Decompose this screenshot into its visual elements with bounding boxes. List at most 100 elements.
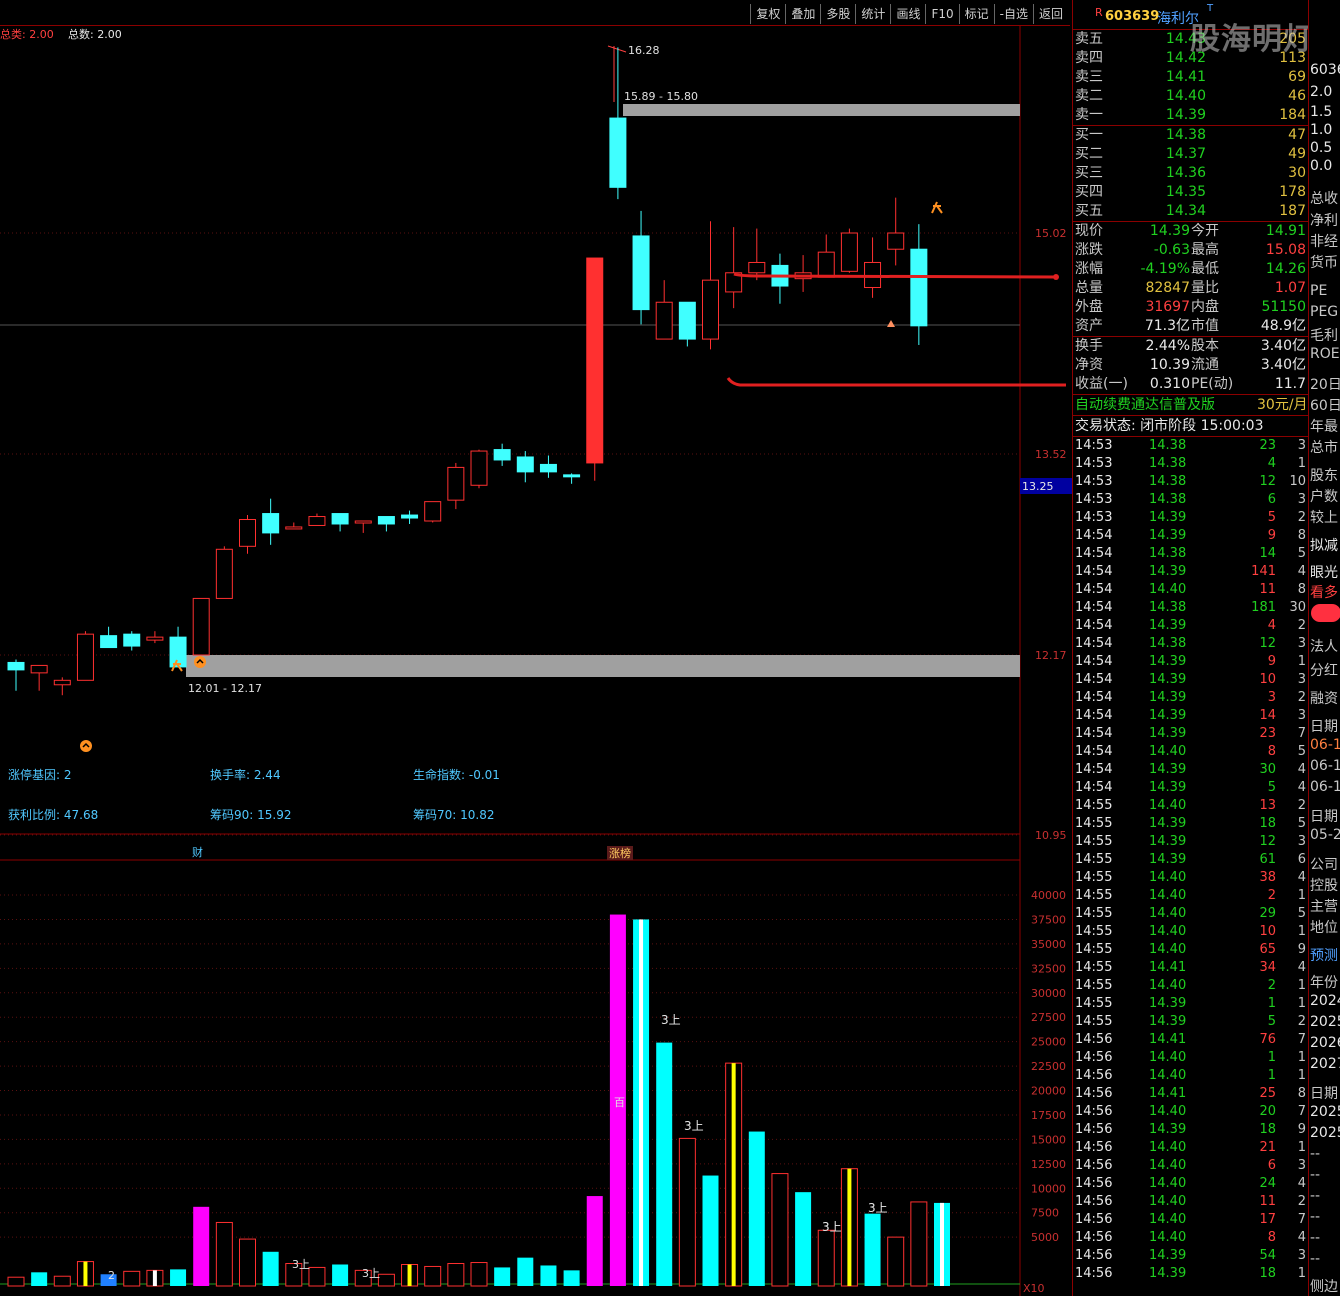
side-panel-item[interactable]: 毛利 xyxy=(1310,325,1338,345)
quote-label: 今开 xyxy=(1191,223,1219,239)
menu-item[interactable]: 叠加 xyxy=(785,4,820,24)
side-panel-item[interactable]: 1.5 xyxy=(1310,104,1332,120)
side-panel-item[interactable]: 06-1 xyxy=(1310,758,1340,774)
order-book-row[interactable]: 买五 14.34 187 xyxy=(1073,202,1308,221)
side-panel-item[interactable]: -- xyxy=(1310,1230,1320,1246)
menu-item[interactable]: 标记 xyxy=(958,4,994,24)
side-panel-item[interactable]: 日期 xyxy=(1310,806,1338,826)
side-panel-item[interactable]: -- xyxy=(1310,1167,1320,1183)
limit-marker[interactable]: 涨榜 xyxy=(609,846,631,860)
order-book-row[interactable]: 买二 14.37 49 xyxy=(1073,145,1308,164)
menu-item[interactable]: F10 xyxy=(925,4,958,24)
menu-item[interactable]: 统计 xyxy=(855,4,890,24)
side-panel-item[interactable]: 06-1 xyxy=(1310,779,1340,795)
side-panel-item[interactable]: 2025 xyxy=(1310,1125,1340,1141)
watermark: 股海明灯 xyxy=(1190,22,1314,57)
trade-count: 1 xyxy=(1297,978,1306,993)
menu-item[interactable]: 多股 xyxy=(820,4,855,24)
menu-item[interactable]: -自选 xyxy=(993,4,1033,24)
side-panel-item[interactable]: 控股 xyxy=(1310,875,1338,895)
side-panel-item[interactable]: 预测 xyxy=(1310,945,1338,965)
trade-price: 14.39 xyxy=(1149,1266,1187,1281)
order-book-row[interactable]: 买三 14.36 30 xyxy=(1073,164,1308,183)
side-panel-item[interactable]: 2025 xyxy=(1310,1104,1340,1120)
side-panel-item[interactable]: -- xyxy=(1310,1209,1320,1225)
side-panel-item[interactable]: 较上 xyxy=(1310,507,1338,527)
trade-time: 14:54 xyxy=(1075,672,1113,687)
side-panel-item[interactable]: 日期 xyxy=(1310,1083,1338,1103)
volume-bar xyxy=(678,1137,696,1287)
side-panel-item[interactable]: PEG xyxy=(1310,304,1338,320)
side-panel-item[interactable]: 年最 xyxy=(1310,416,1338,436)
side-panel-item[interactable]: 05-2 xyxy=(1310,827,1340,843)
promo-row[interactable]: 自动续费通达信普及版 30元/月 xyxy=(1073,395,1308,416)
side-panel-item[interactable]: 非经 xyxy=(1310,231,1338,251)
trade-volume: 14 xyxy=(1259,546,1276,561)
side-panel-item[interactable]: 年份 xyxy=(1310,972,1338,992)
finance-marker[interactable]: 财 xyxy=(192,845,203,859)
trade-volume: 5 xyxy=(1267,1014,1276,1029)
side-panel-item[interactable]: -- xyxy=(1310,1146,1320,1162)
side-panel-item[interactable]: 总市 xyxy=(1310,437,1338,457)
side-panel-item[interactable]: 06-1 xyxy=(1310,737,1340,753)
order-book-row[interactable]: 买四 14.35 178 xyxy=(1073,183,1308,202)
side-panel-item[interactable]: -- xyxy=(1310,1251,1320,1267)
trade-row: 14:55 14.40 10 1 xyxy=(1073,923,1308,941)
side-panel-item[interactable]: 拟减 xyxy=(1310,535,1338,555)
side-panel-item[interactable]: 总收 xyxy=(1310,188,1338,208)
side-panel-item[interactable]: 2024 xyxy=(1310,993,1340,1009)
side-panel-item[interactable]: 公司 xyxy=(1310,854,1338,874)
trade-volume: 11 xyxy=(1259,582,1276,597)
menu-item[interactable]: 返回 xyxy=(1032,4,1068,24)
side-panel-item[interactable]: PE xyxy=(1310,283,1327,299)
volume-bar xyxy=(540,1265,557,1286)
side-panel-item[interactable]: 眼光 xyxy=(1310,562,1338,582)
side-panel-item[interactable]: 6036 xyxy=(1310,62,1340,78)
volume-bar-highlight xyxy=(407,1264,412,1286)
side-panel-item[interactable]: 户数 xyxy=(1310,486,1338,506)
side-panel-item[interactable]: ROE xyxy=(1310,346,1340,362)
menu-item[interactable]: 复权 xyxy=(750,4,785,24)
trade-count: 4 xyxy=(1297,870,1306,885)
side-panel-item[interactable]: 法人 xyxy=(1310,636,1338,656)
like-badge-icon[interactable] xyxy=(1311,604,1340,622)
side-panel-item[interactable]: 2025 xyxy=(1310,1014,1340,1030)
side-panel-item[interactable]: 侧边 xyxy=(1310,1276,1338,1296)
order-book-row[interactable]: 卖三 14.41 69 xyxy=(1073,68,1308,87)
side-panel-item[interactable]: -- xyxy=(1310,1188,1320,1204)
candle-body xyxy=(493,449,511,461)
candle-body xyxy=(586,257,604,464)
order-book-row[interactable]: 卖二 14.40 46 xyxy=(1073,87,1308,106)
trade-time: 14:55 xyxy=(1075,870,1113,885)
side-panel-item[interactable]: 0.0 xyxy=(1310,158,1332,174)
trade-price: 14.39 xyxy=(1149,708,1187,723)
quote-label: PE(动) xyxy=(1191,376,1234,392)
side-panel-item[interactable]: 看多 xyxy=(1310,582,1338,602)
side-panel-item[interactable]: 货币 xyxy=(1310,252,1338,272)
side-panel-item[interactable]: 2027 xyxy=(1310,1056,1340,1072)
side-panel-item[interactable]: 日期 xyxy=(1310,716,1338,736)
side-panel-item[interactable]: 20日 xyxy=(1310,374,1340,394)
side-panel-item[interactable]: 2026 xyxy=(1310,1035,1340,1051)
trade-row: 14:56 14.41 76 7 xyxy=(1073,1031,1308,1049)
side-panel-item[interactable]: 股东 xyxy=(1310,465,1338,485)
menu-item[interactable]: 画线 xyxy=(890,4,925,24)
kline-chart[interactable]: 4000037500350003250030000275002500022500… xyxy=(0,26,1072,1296)
side-panel-item[interactable]: 主营 xyxy=(1310,896,1338,916)
side-panel-item[interactable]: 1.0 xyxy=(1310,122,1332,138)
trade-row: 14:55 14.40 29 5 xyxy=(1073,905,1308,923)
side-panel-item[interactable]: 净利 xyxy=(1310,210,1338,230)
side-panel-item[interactable]: 2.0 xyxy=(1310,84,1332,100)
side-panel-item[interactable]: 融资 xyxy=(1310,688,1338,708)
side-panel-item[interactable]: 60日 xyxy=(1310,395,1340,415)
side-panel-item[interactable]: 分红 xyxy=(1310,660,1338,680)
order-book-row[interactable]: 买一 14.38 47 xyxy=(1073,126,1308,145)
trade-price: 14.38 xyxy=(1149,636,1187,651)
order-book-row[interactable]: 卖一 14.39 184 xyxy=(1073,106,1308,125)
side-panel-item[interactable]: 地位 xyxy=(1310,917,1338,937)
trade-row: 14:56 14.40 6 3 xyxy=(1073,1157,1308,1175)
volume-bar xyxy=(656,1042,673,1286)
side-panel-item[interactable]: 0.5 xyxy=(1310,140,1332,156)
trade-row: 14:56 14.41 25 8 xyxy=(1073,1085,1308,1103)
chart-menu: 复权 叠加 多股 统计 画线 F10 标记 -自选 返回 xyxy=(750,4,1068,24)
